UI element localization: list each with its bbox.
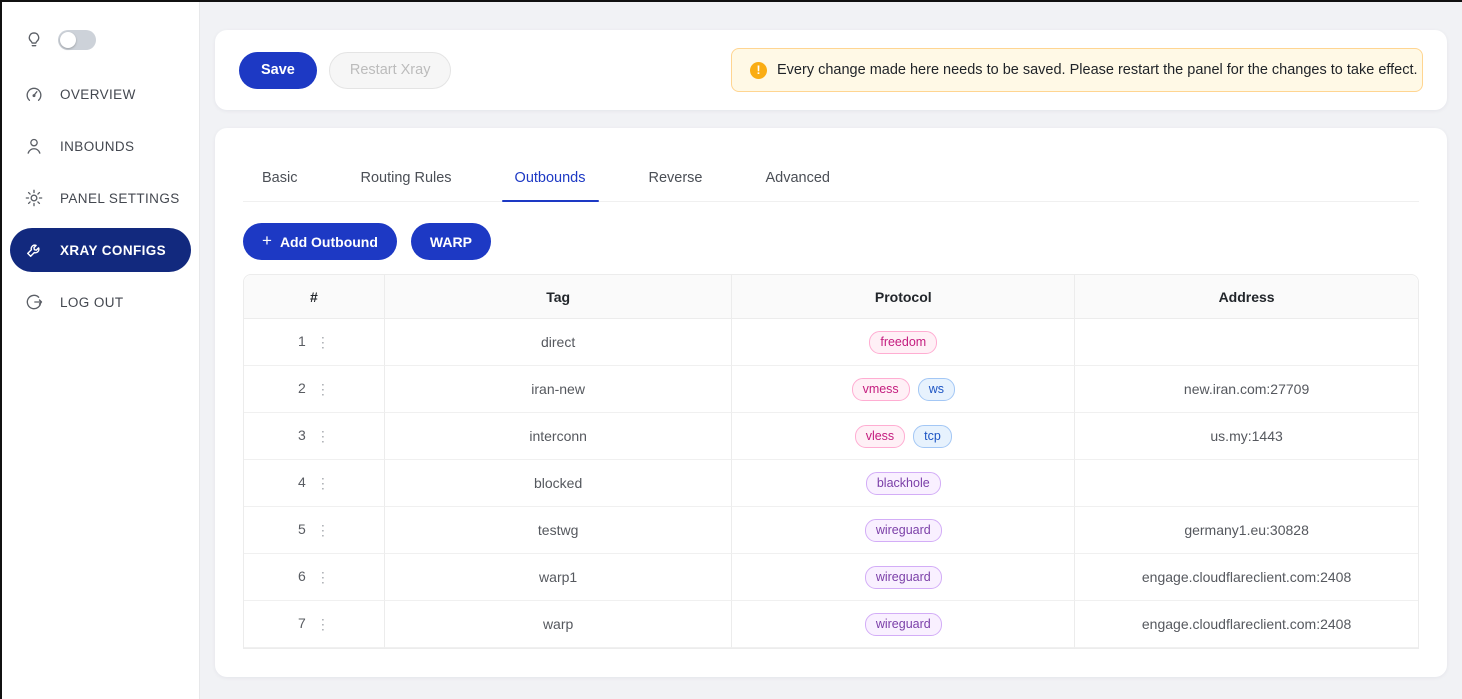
protocol-badge: vmess [852, 378, 910, 401]
protocol-badge: freedom [869, 331, 937, 354]
row-number: 3 [298, 427, 306, 443]
content-area: Save Restart Xray ! Every change made he… [215, 2, 1447, 677]
header-address: Address [1075, 275, 1418, 319]
protocol-badge: vless [855, 425, 905, 448]
table-header-row: # Tag Protocol Address [244, 275, 1418, 319]
warning-text: Every change made here needs to be saved… [777, 62, 1418, 78]
warning-alert: ! Every change made here needs to be sav… [731, 48, 1423, 92]
gear-icon [24, 188, 44, 208]
table-row: 3 ⋮ interconn vless tcp us.my:1443 [244, 413, 1418, 460]
row-number: 4 [298, 474, 306, 490]
plus-icon: + [262, 231, 272, 251]
row-number: 5 [298, 521, 306, 537]
sidebar-item-inbounds[interactable]: INBOUNDS [10, 124, 191, 168]
add-outbound-button[interactable]: + Add Outbound [243, 223, 397, 260]
outbounds-table: # Tag Protocol Address 1 ⋮ direct freedom [243, 274, 1419, 649]
tag-cell: testwg [385, 507, 733, 554]
header-protocol: Protocol [732, 275, 1075, 319]
table-row: 1 ⋮ direct freedom [244, 319, 1418, 366]
tab-routing-rules[interactable]: Routing Rules [347, 168, 464, 201]
protocol-badge: wireguard [865, 519, 942, 542]
sidebar-item-panel-settings[interactable]: PANEL SETTINGS [10, 176, 191, 220]
toolbar-card: Save Restart Xray ! Every change made he… [215, 30, 1447, 110]
tag-cell: warp1 [385, 554, 733, 601]
theme-toggle-row [10, 20, 191, 72]
protocol-badge: wireguard [865, 566, 942, 589]
sidebar-item-label: XRAY CONFIGS [60, 243, 166, 258]
sidebar-item-xray-configs[interactable]: XRAY CONFIGS [10, 228, 191, 272]
address-cell: germany1.eu:30828 [1075, 507, 1418, 554]
warp-button[interactable]: WARP [411, 223, 491, 260]
row-number: 7 [298, 615, 306, 631]
tag-cell: direct [385, 319, 733, 366]
sidebar-item-label: PANEL SETTINGS [60, 191, 180, 206]
header-index: # [244, 275, 385, 319]
toggle-knob [60, 32, 76, 48]
table-row: 2 ⋮ iran-new vmess ws new.iran.com:27709 [244, 366, 1418, 413]
sidebar-item-label: INBOUNDS [60, 139, 134, 154]
row-number: 1 [298, 333, 306, 349]
table-row: 5 ⋮ testwg wireguard germany1.eu:30828 [244, 507, 1418, 554]
dashboard-icon [24, 84, 44, 104]
row-menu-icon[interactable]: ⋮ [316, 616, 330, 633]
table-row: 7 ⋮ warp wireguard engage.cloudflareclien… [244, 601, 1418, 648]
sidebar-item-overview[interactable]: OVERVIEW [10, 72, 191, 116]
lightbulb-icon [24, 30, 44, 50]
address-cell [1075, 319, 1418, 366]
tab-basic[interactable]: Basic [249, 168, 310, 201]
tag-cell: iran-new [385, 366, 733, 413]
restart-xray-button[interactable]: Restart Xray [329, 52, 452, 89]
address-cell: engage.cloudflareclient.com:2408 [1075, 601, 1418, 648]
tag-cell: blocked [385, 460, 733, 507]
outbound-actions: + Add Outbound WARP [243, 223, 1419, 260]
row-menu-icon[interactable]: ⋮ [316, 569, 330, 586]
row-menu-icon[interactable]: ⋮ [316, 428, 330, 445]
table-row: 6 ⋮ warp1 wireguard engage.cloudflareclie… [244, 554, 1418, 601]
sidebar: OVERVIEW INBOUNDS PANEL SETTINGS XRAY CO… [2, 2, 200, 699]
protocol-badge: wireguard [865, 613, 942, 636]
tab-reverse[interactable]: Reverse [636, 168, 716, 201]
dark-mode-toggle[interactable] [58, 30, 96, 50]
tab-advanced[interactable]: Advanced [753, 168, 844, 201]
logout-icon [24, 292, 44, 312]
row-menu-icon[interactable]: ⋮ [316, 522, 330, 539]
sidebar-item-log-out[interactable]: LOG OUT [10, 280, 191, 324]
address-cell: engage.cloudflareclient.com:2408 [1075, 554, 1418, 601]
add-outbound-label: Add Outbound [280, 234, 378, 250]
row-menu-icon[interactable]: ⋮ [316, 381, 330, 398]
tab-outbounds[interactable]: Outbounds [502, 168, 599, 201]
header-tag: Tag [385, 275, 733, 319]
user-icon [24, 136, 44, 156]
protocol-badge: blackhole [866, 472, 941, 495]
row-number: 2 [298, 380, 306, 396]
warning-icon: ! [750, 62, 767, 79]
outbounds-table-wrap: # Tag Protocol Address 1 ⋮ direct freedom [243, 274, 1419, 649]
sidebar-item-label: OVERVIEW [60, 87, 136, 102]
row-menu-icon[interactable]: ⋮ [316, 475, 330, 492]
tag-cell: interconn [385, 413, 733, 460]
row-number: 6 [298, 568, 306, 584]
save-button[interactable]: Save [239, 52, 317, 89]
tab-bar: Basic Routing Rules Outbounds Reverse Ad… [243, 168, 1419, 202]
sidebar-item-label: LOG OUT [60, 295, 124, 310]
transport-badge: ws [918, 378, 955, 401]
address-cell [1075, 460, 1418, 507]
transport-badge: tcp [913, 425, 952, 448]
warp-label: WARP [430, 234, 472, 250]
address-cell: us.my:1443 [1075, 413, 1418, 460]
wrench-icon [24, 240, 44, 260]
table-row: 4 ⋮ blocked blackhole [244, 460, 1418, 507]
address-cell: new.iran.com:27709 [1075, 366, 1418, 413]
row-menu-icon[interactable]: ⋮ [316, 334, 330, 351]
tag-cell: warp [385, 601, 733, 648]
xray-configs-card: Basic Routing Rules Outbounds Reverse Ad… [215, 128, 1447, 677]
